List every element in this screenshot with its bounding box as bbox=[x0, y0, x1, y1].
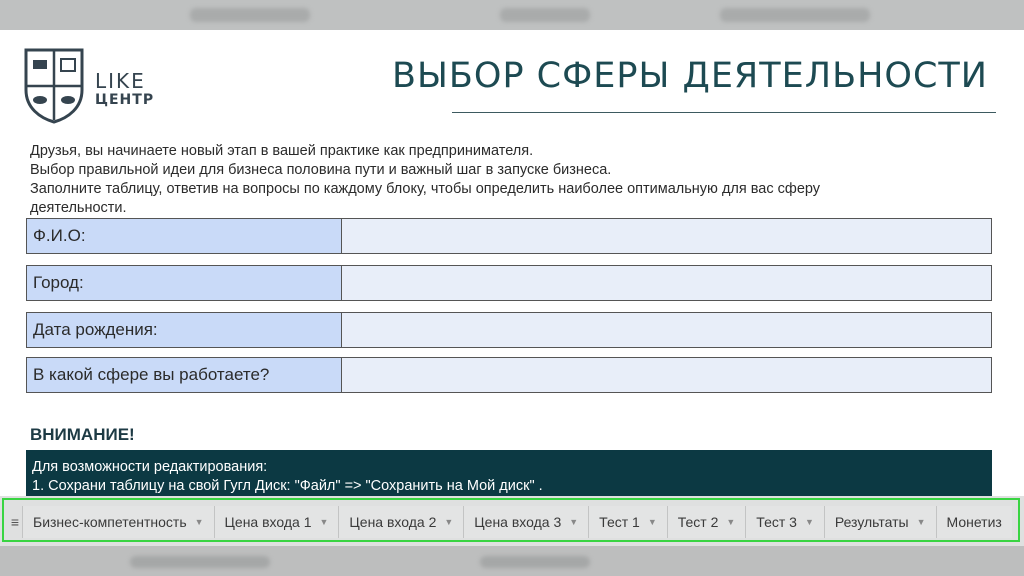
intro-text: Друзья, вы начинаете новый этап в вашей … bbox=[30, 142, 990, 218]
instruction-line: Для возможности редактирования: bbox=[32, 459, 268, 475]
form-row-industry: В какой сфере вы работаете? bbox=[26, 357, 992, 393]
birthdate-input[interactable] bbox=[342, 313, 991, 347]
sheet-tab-bar: ≡ Бизнес-компетентность ▼ Цена входа 1 ▼ Ц… bbox=[0, 496, 1024, 546]
city-input[interactable] bbox=[342, 266, 991, 300]
shield-logo-icon bbox=[24, 48, 84, 124]
tab-bar-highlight bbox=[2, 498, 1020, 542]
blurred-element bbox=[130, 556, 270, 568]
logo-line-2: ЦЕНТР bbox=[95, 92, 155, 108]
logo: LIKE ЦЕНТР bbox=[22, 46, 172, 126]
blurred-element bbox=[720, 8, 870, 22]
form-row-city: Город: bbox=[26, 265, 992, 301]
city-label: Город: bbox=[27, 266, 342, 300]
intro-line: деятельности. bbox=[30, 200, 127, 216]
name-label: Ф.И.О: bbox=[27, 219, 342, 253]
industry-input[interactable] bbox=[342, 358, 991, 392]
page-title: ВЫБОР СФЕРЫ ДЕЯТЕЛЬНОСТИ bbox=[392, 56, 988, 96]
form-row-birthdate: Дата рождения: bbox=[26, 312, 992, 348]
name-input[interactable] bbox=[342, 219, 991, 253]
intro-line: Заполните таблицу, ответив на вопросы по… bbox=[30, 181, 821, 197]
birthdate-label: Дата рождения: bbox=[27, 313, 342, 347]
warning-title: ВНИМАНИЕ! bbox=[30, 425, 135, 444]
intro-line: Выбор правильной идеи для бизнеса полови… bbox=[30, 162, 612, 178]
intro-line: Друзья, вы начинаете новый этап в вашей … bbox=[30, 143, 534, 159]
logo-line-1: LIKE bbox=[95, 69, 146, 93]
edit-instructions: Для возможности редактирования: 1. Сохра… bbox=[26, 450, 992, 496]
blurred-element bbox=[500, 8, 590, 22]
blurred-element bbox=[190, 8, 310, 22]
title-underline bbox=[452, 112, 996, 113]
instruction-line: 1. Сохрани таблицу на свой Гугл Диск: "Ф… bbox=[32, 478, 543, 494]
blurred-element bbox=[480, 556, 590, 568]
logo-text: LIKE ЦЕНТР bbox=[95, 70, 154, 108]
blurred-top-bar bbox=[0, 0, 1024, 30]
blurred-bottom-bar bbox=[0, 546, 1024, 576]
industry-label: В какой сфере вы работаете? bbox=[27, 358, 342, 392]
form-row-name: Ф.И.О: bbox=[26, 218, 992, 254]
spreadsheet-page: LIKE ЦЕНТР ВЫБОР СФЕРЫ ДЕЯТЕЛЬНОСТИ Друз… bbox=[0, 30, 1024, 496]
